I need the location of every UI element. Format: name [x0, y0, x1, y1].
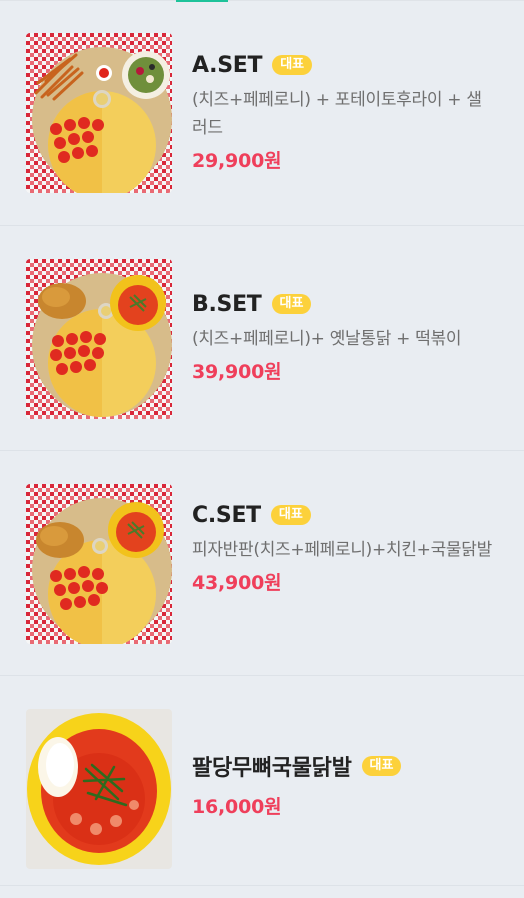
menu-item-photo	[26, 259, 172, 419]
menu-item-description: (치즈+페페로니)+ 옛날통닭 + 떡볶이	[192, 329, 462, 349]
menu-item-photo	[26, 709, 172, 869]
menu-item-name: 팔당무뼈국물닭발	[192, 756, 352, 781]
menu-item-header: 팔당무뼈국물닭발 대표	[192, 752, 494, 781]
menu-item-price: 43,900원	[192, 572, 282, 594]
menu-item-c-set[interactable]: C.SET 대표 피자반판(치즈+페페로니)+치킨+국물닭발 43,900원	[0, 451, 524, 676]
menu-item-photo	[26, 484, 172, 644]
menu-item-price: 39,900원	[192, 361, 282, 383]
menu-list: A.SET 대표 (치즈+페페로니) + 포테이토후라이 + 샐러드 29,90…	[0, 1, 524, 886]
pizza-set-image	[26, 484, 172, 644]
menu-item-photo	[26, 33, 172, 193]
signature-badge: 대표	[270, 505, 311, 525]
dakbal-soup-image	[26, 709, 172, 869]
pizza-set-image	[26, 33, 172, 193]
menu-item-description: 피자반판(치즈+페페로니)+치킨+국물닭발	[192, 540, 492, 560]
menu-item-name: B.SET	[192, 291, 262, 317]
menu-item-b-set[interactable]: B.SET 대표 (치즈+페페로니)+ 옛날통닭 + 떡볶이 39,900원	[0, 226, 524, 451]
signature-badge: 대표	[272, 55, 313, 75]
menu-item-a-set[interactable]: A.SET 대표 (치즈+페페로니) + 포테이토후라이 + 샐러드 29,90…	[0, 1, 524, 226]
signature-badge: 대표	[361, 756, 402, 776]
menu-item-name: A.SET	[192, 52, 263, 78]
menu-item-price: 29,900원	[192, 150, 282, 172]
pizza-set-image	[26, 259, 172, 419]
menu-item-description: (치즈+페페로니) + 포테이토후라이 + 샐러드	[192, 90, 482, 138]
menu-item-name: C.SET	[192, 502, 261, 528]
menu-item-header: B.SET 대표	[192, 290, 494, 318]
menu-item-dakbal[interactable]: 팔당무뼈국물닭발 대표 16,000원	[0, 676, 524, 886]
menu-item-price: 16,000원	[192, 796, 282, 818]
menu-item-header: C.SET 대표	[192, 501, 494, 529]
signature-badge: 대표	[271, 294, 312, 314]
menu-item-header: A.SET 대표	[192, 51, 494, 79]
